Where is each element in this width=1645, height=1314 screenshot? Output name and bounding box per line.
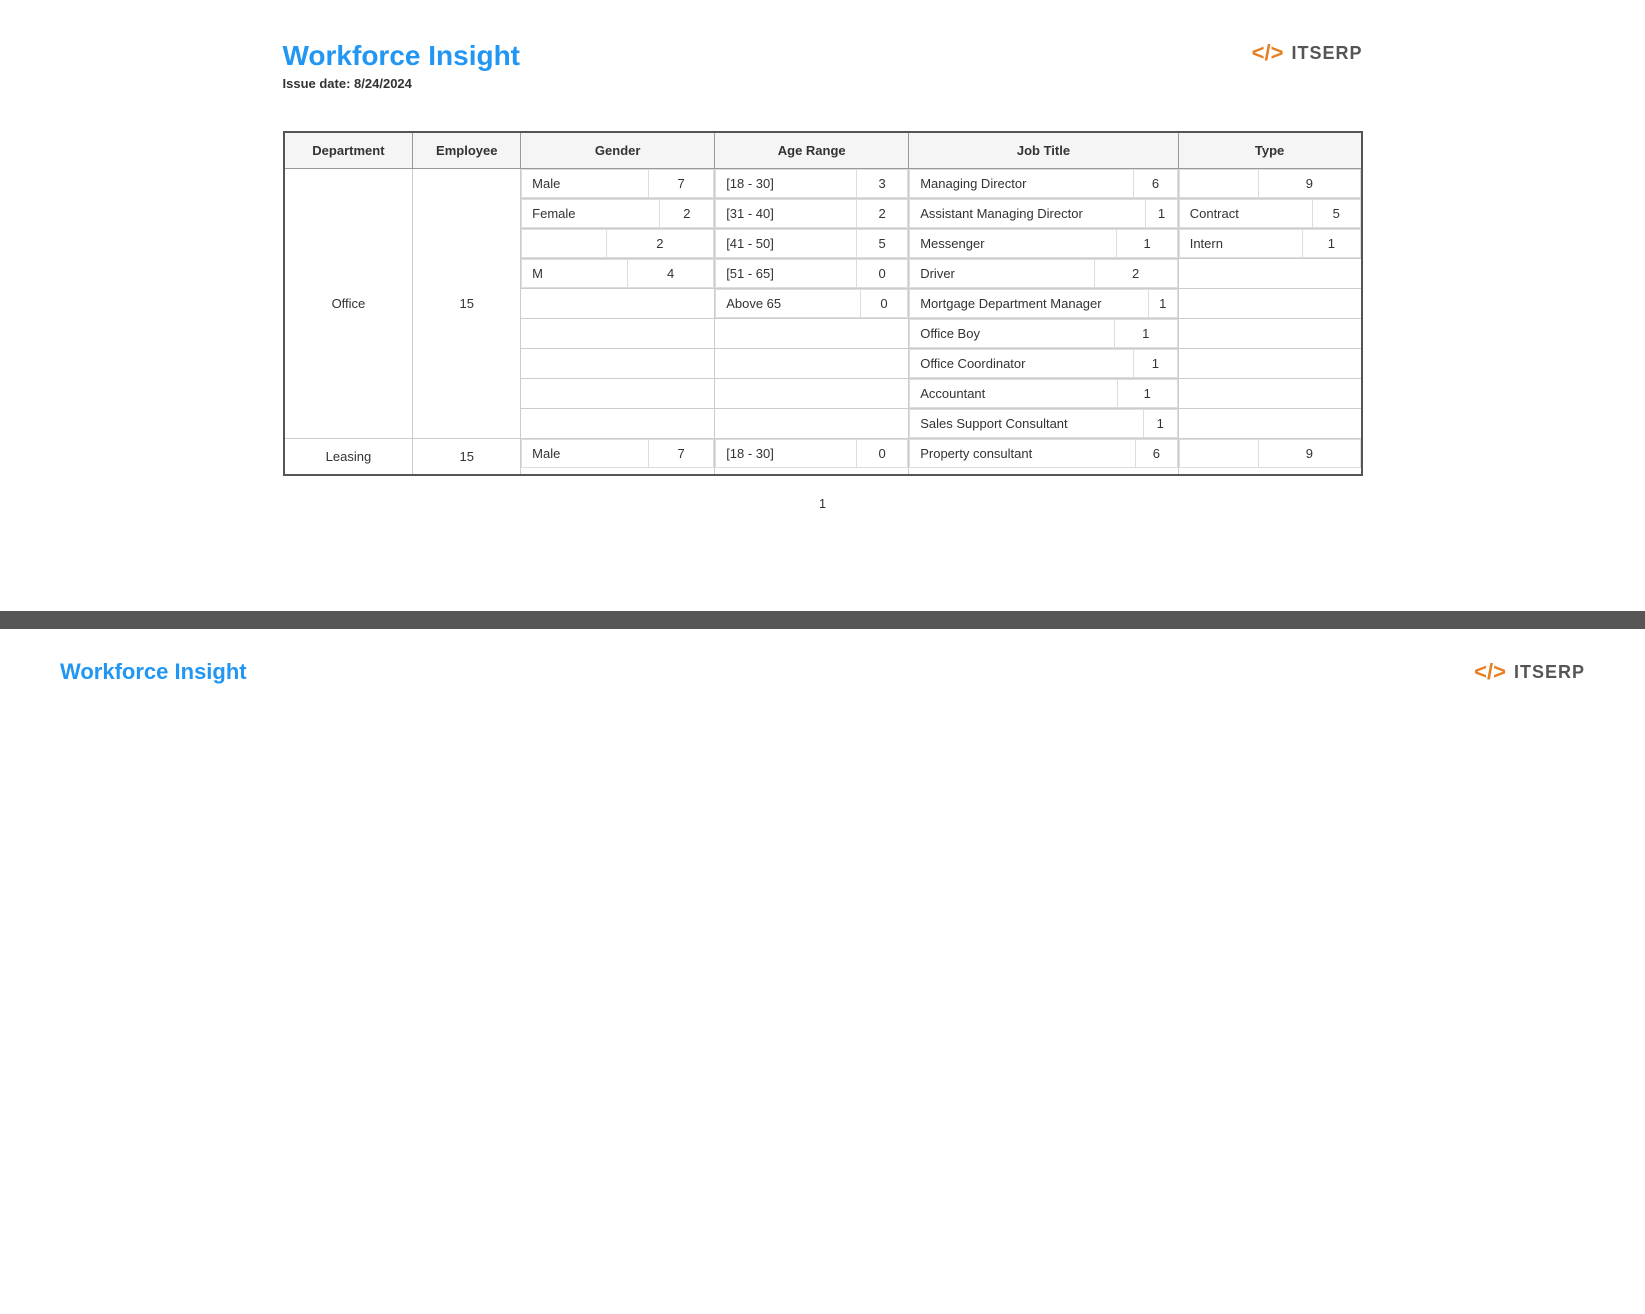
footer-title: Workforce Insight bbox=[60, 659, 247, 685]
footer-logo-text: ITSERP bbox=[1514, 662, 1585, 683]
issue-date: Issue date: 8/24/2024 bbox=[283, 76, 521, 91]
dept-cell: Leasing bbox=[284, 439, 413, 476]
type-cell: Contract5 bbox=[1178, 199, 1361, 229]
logo-text: ITSERP bbox=[1291, 43, 1362, 64]
main-table: Department Employee Gender Age Range Job… bbox=[283, 131, 1363, 476]
gender-cell bbox=[521, 379, 715, 409]
table-header-row: Department Employee Gender Age Range Job… bbox=[284, 132, 1362, 169]
issue-date-value: 8/24/2024 bbox=[354, 76, 412, 91]
table-row: Leasing15Male7[18 - 30]0Property consult… bbox=[284, 439, 1362, 476]
age-cell: [51 - 65]0 bbox=[715, 259, 909, 289]
jobtitle-cell: Accountant1 bbox=[909, 379, 1179, 409]
gender-cell bbox=[521, 409, 715, 439]
table-row: Office15Male7[18 - 30]3Managing Director… bbox=[284, 169, 1362, 199]
page-container: Workforce Insight Issue date: 8/24/2024 … bbox=[223, 0, 1423, 571]
type-cell bbox=[1178, 409, 1361, 439]
emp-cell: 15 bbox=[413, 169, 521, 439]
type-cell bbox=[1178, 259, 1361, 289]
jobtitle-cell: Sales Support Consultant1 bbox=[909, 409, 1179, 439]
col-header-jobtitle: Job Title bbox=[909, 132, 1179, 169]
emp-cell: 15 bbox=[413, 439, 521, 476]
issue-label: Issue date: bbox=[283, 76, 351, 91]
gender-cell bbox=[521, 349, 715, 379]
footer-logo-bracket: </> bbox=[1474, 659, 1506, 685]
age-cell: [18 - 30]0 bbox=[715, 439, 909, 476]
type-cell bbox=[1178, 319, 1361, 349]
age-cell bbox=[715, 319, 909, 349]
dept-cell: Office bbox=[284, 169, 413, 439]
gender-cell bbox=[521, 319, 715, 349]
age-cell: [31 - 40]2 bbox=[715, 199, 909, 229]
type-cell: 9 bbox=[1178, 439, 1361, 476]
jobtitle-cell: Managing Director6 bbox=[909, 169, 1179, 199]
age-cell bbox=[715, 379, 909, 409]
type-cell bbox=[1178, 289, 1361, 319]
gender-cell bbox=[521, 289, 715, 319]
page-header: Workforce Insight Issue date: 8/24/2024 … bbox=[283, 40, 1363, 91]
col-header-dept: Department bbox=[284, 132, 413, 169]
footer-bar bbox=[0, 611, 1645, 629]
jobtitle-cell: Messenger1 bbox=[909, 229, 1179, 259]
type-cell bbox=[1178, 379, 1361, 409]
gender-cell: 2 bbox=[521, 229, 715, 259]
jobtitle-cell: Driver2 bbox=[909, 259, 1179, 289]
page-number: 1 bbox=[283, 496, 1363, 511]
type-cell bbox=[1178, 349, 1361, 379]
type-cell: 9 bbox=[1178, 169, 1361, 199]
gender-cell: Male7 bbox=[521, 439, 715, 476]
age-cell bbox=[715, 349, 909, 379]
logo: </> ITSERP bbox=[1252, 40, 1363, 66]
age-cell: Above 650 bbox=[715, 289, 909, 319]
col-header-type: Type bbox=[1178, 132, 1361, 169]
gender-cell: Male7 bbox=[521, 169, 715, 199]
jobtitle-cell: Mortgage Department Manager1 bbox=[909, 289, 1179, 319]
jobtitle-cell: Property consultant6 bbox=[909, 439, 1179, 476]
jobtitle-cell: Office Coordinator1 bbox=[909, 349, 1179, 379]
logo-bracket: </> bbox=[1252, 40, 1284, 66]
jobtitle-cell: Assistant Managing Director1 bbox=[909, 199, 1179, 229]
age-cell: [18 - 30]3 bbox=[715, 169, 909, 199]
table-body: Office15Male7[18 - 30]3Managing Director… bbox=[284, 169, 1362, 476]
col-header-age: Age Range bbox=[715, 132, 909, 169]
header-left: Workforce Insight Issue date: 8/24/2024 bbox=[283, 40, 521, 91]
type-cell: Intern1 bbox=[1178, 229, 1361, 259]
footer-logo: </> ITSERP bbox=[1474, 659, 1585, 685]
col-header-emp: Employee bbox=[413, 132, 521, 169]
gender-cell: M4 bbox=[521, 259, 715, 289]
page-title: Workforce Insight bbox=[283, 40, 521, 72]
age-cell bbox=[715, 409, 909, 439]
gender-cell: Female2 bbox=[521, 199, 715, 229]
age-cell: [41 - 50]5 bbox=[715, 229, 909, 259]
col-header-gender: Gender bbox=[521, 132, 715, 169]
jobtitle-cell: Office Boy1 bbox=[909, 319, 1179, 349]
footer-section: Workforce Insight </> ITSERP bbox=[0, 629, 1645, 715]
